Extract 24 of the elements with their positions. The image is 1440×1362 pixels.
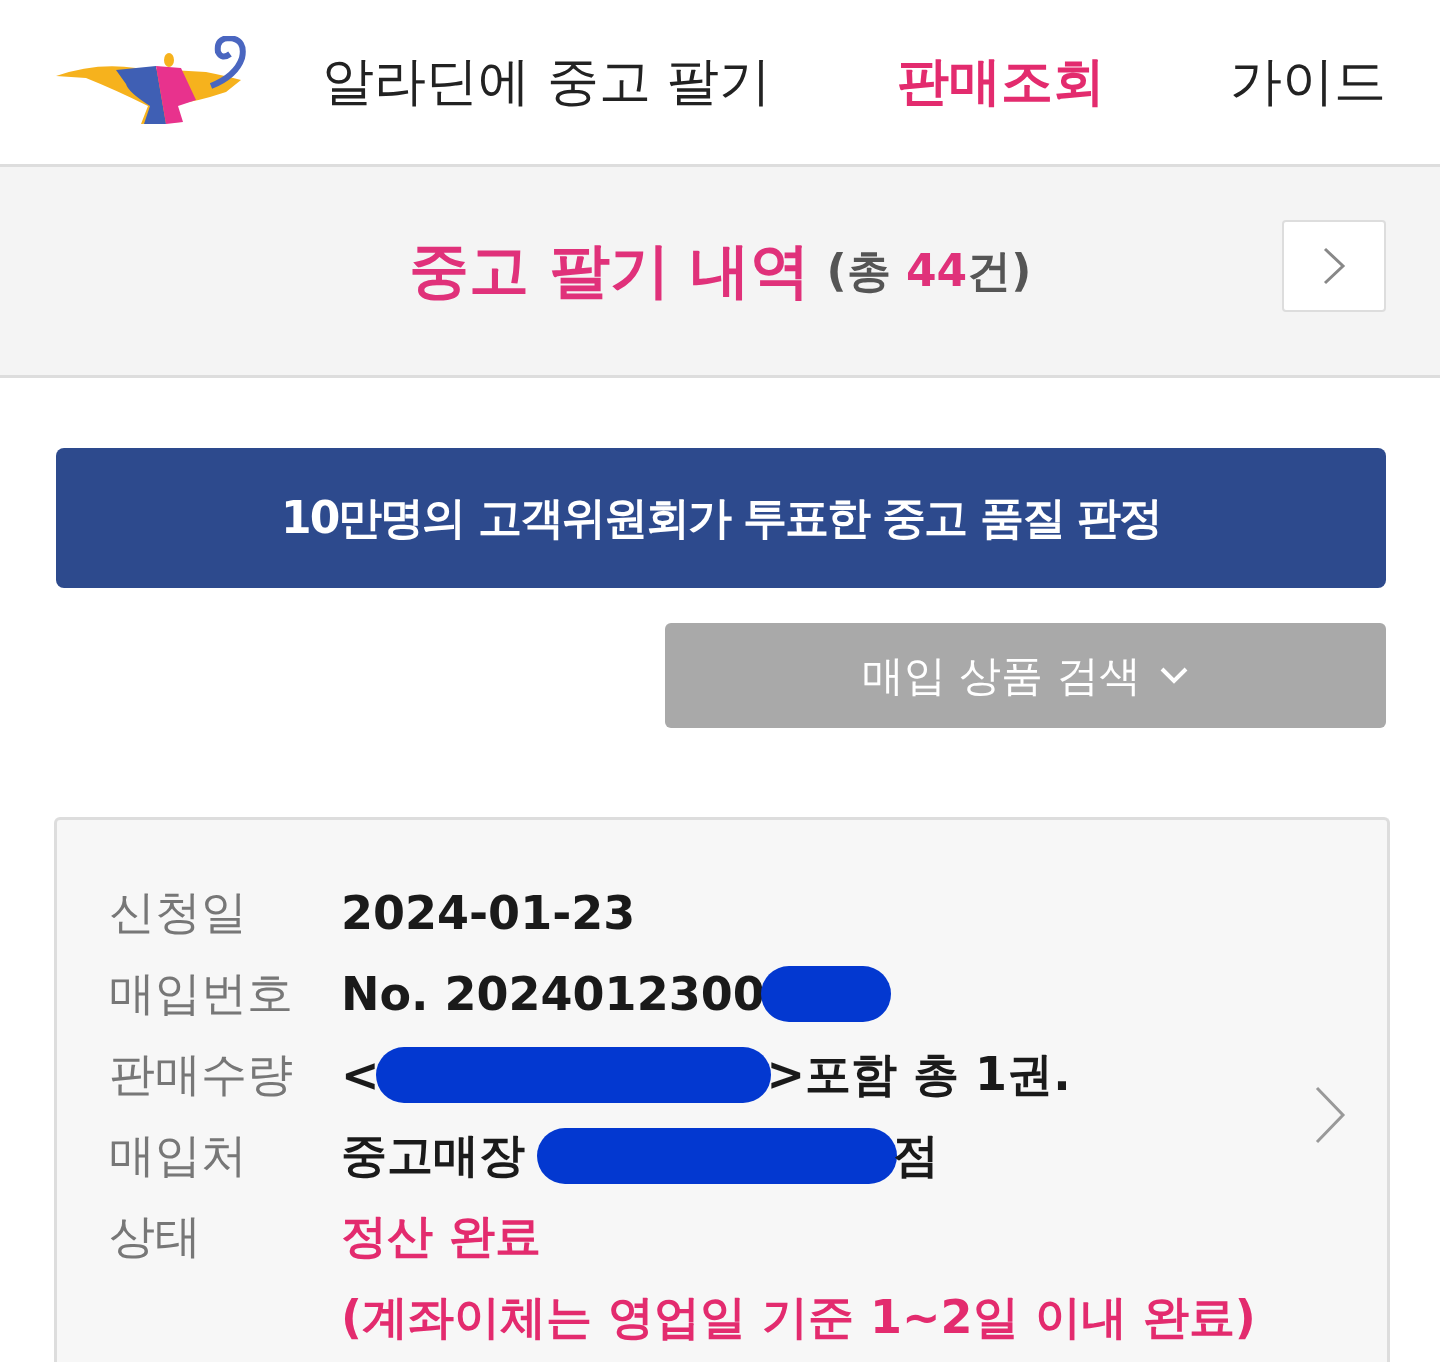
chevron-right-icon <box>1313 1085 1347 1145</box>
field-label: 상태 <box>109 1208 202 1265</box>
field-label: 매입처 <box>109 1127 248 1184</box>
nav-tab[interactable]: 알라딘에 중고 팔기 <box>322 47 772 117</box>
field-label: 신청일 <box>109 884 248 941</box>
field-value: 점 <box>893 1126 939 1184</box>
status-text: (계좌이체는 영업일 기준 1~2일 이내 완료) <box>341 1288 1256 1346</box>
quality-banner[interactable]: 10만명의 고객위원회가 투표한 중고 품질 판정 <box>56 448 1386 588</box>
nav-tab[interactable]: 가이드 <box>1230 47 1386 117</box>
field-value: 중고매장 <box>341 1126 526 1184</box>
sale-record-card[interactable]: 신청일 2024-01-23 매입번호 No. 2024012300 판매수량 < >포함 총 1권. 매입처 중고매장 점 상태 정산 완료 (계좌이체는 영업일 기준 1~2일 이내 완료) <box>54 817 1390 1362</box>
total-count: (총 44건) <box>826 243 1032 298</box>
field-value: 2024-01-23 <box>341 885 636 940</box>
history-title: 중고 팔기 내역 <box>408 233 811 307</box>
field-label: 판매수량 <box>109 1046 294 1103</box>
next-button[interactable] <box>1282 220 1386 312</box>
nav-tab[interactable]: 판매조회 <box>896 47 1105 117</box>
field-label: 매입번호 <box>109 965 294 1022</box>
field-value: >포함 총 1권. <box>766 1045 1071 1103</box>
status-text: 정산 완료 <box>341 1207 541 1265</box>
field-value: < <box>341 1047 380 1102</box>
chevron-down-icon <box>1158 665 1189 686</box>
chevron-right-icon <box>1321 246 1347 286</box>
field-value: No. 2024012300 <box>341 966 765 1021</box>
